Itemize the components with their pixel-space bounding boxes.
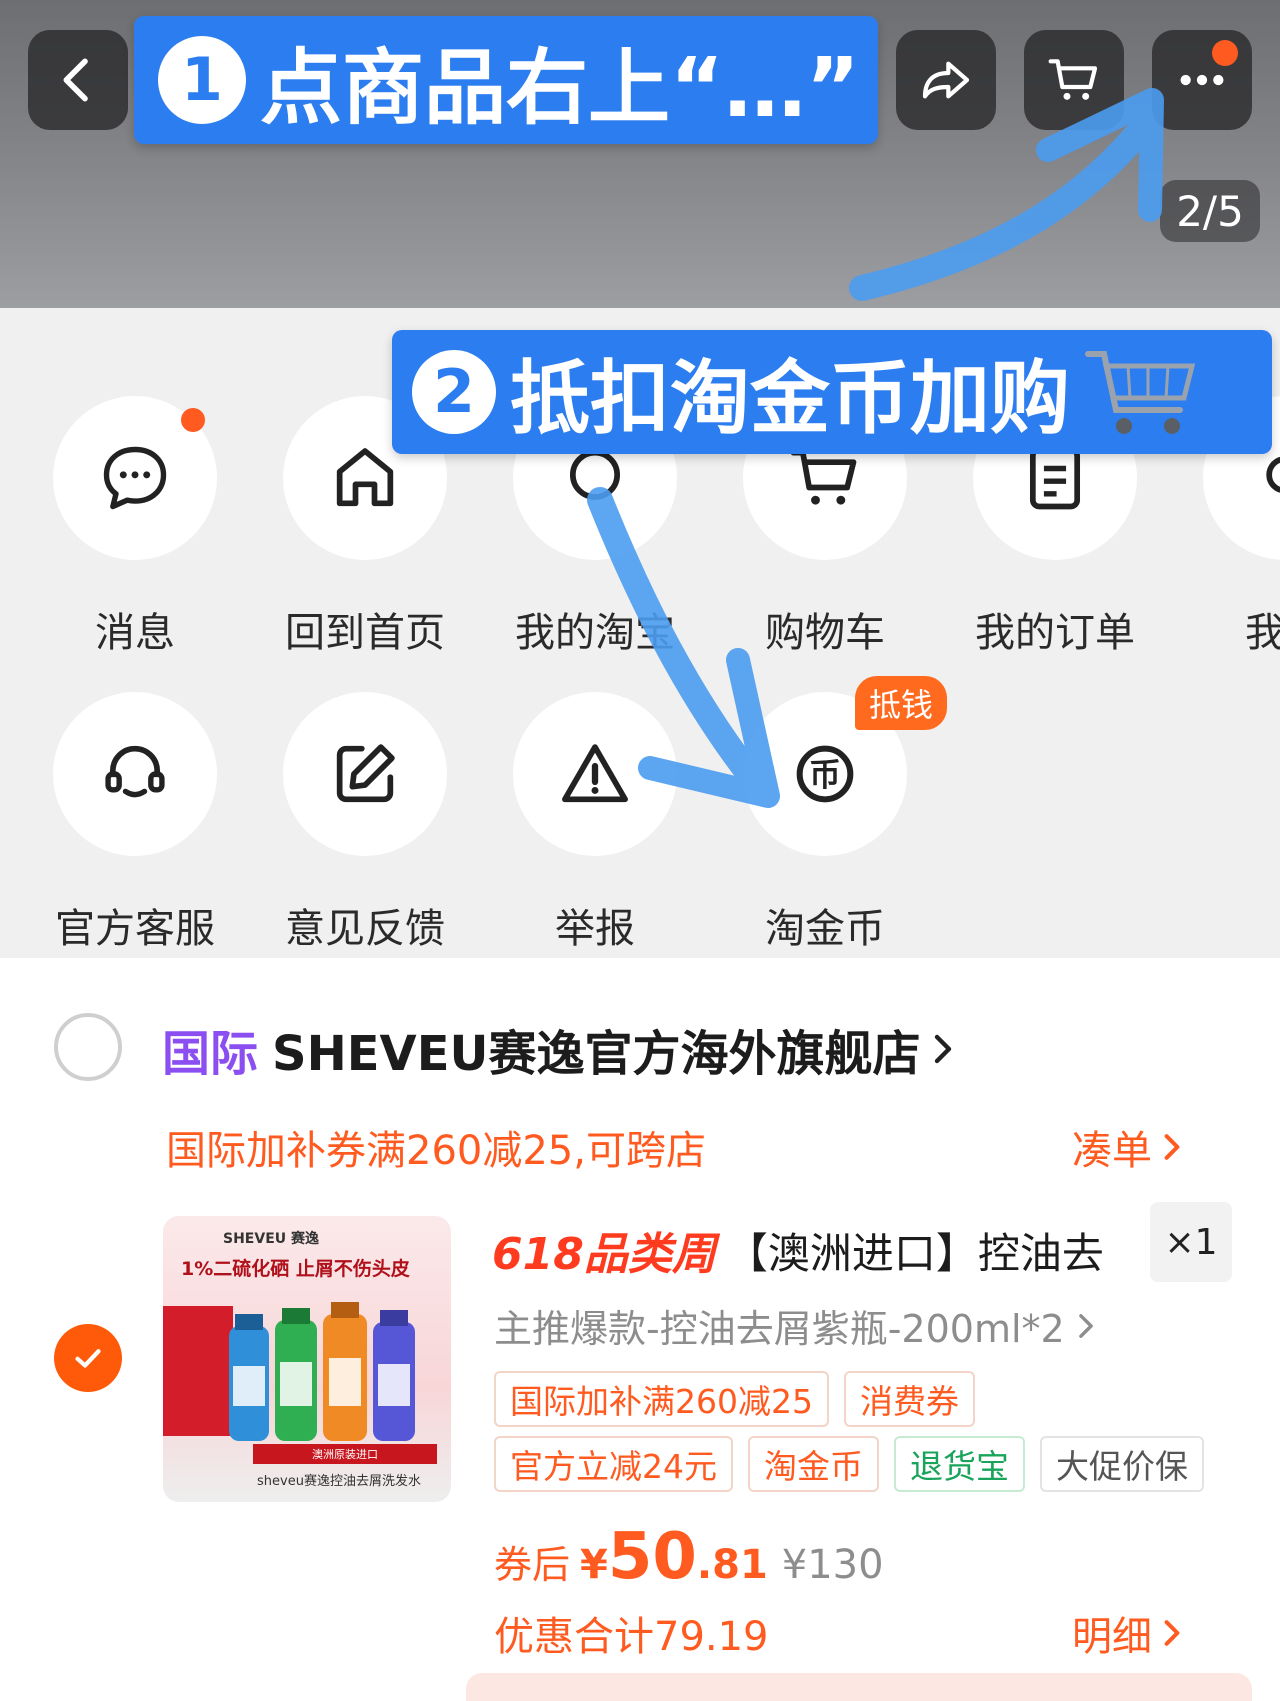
promo-label: 618品类周 [492,1229,716,1280]
chevron-right-icon [1078,1313,1093,1338]
product-image-banner: 澳洲原装进口 [253,1444,437,1464]
product-gallery-header: 2/5 1 点商品右上“…” [0,0,1280,308]
price-integer: 50 [607,1520,697,1594]
intl-tag: 国际 [162,1026,259,1082]
more-button[interactable] [1152,30,1252,130]
quantity-button[interactable]: ×1 [1150,1202,1232,1282]
product-image-brand: SHEVEU 赛逸 [223,1231,320,1247]
store-select-checkbox[interactable] [54,1013,122,1081]
menu-label: 意见反馈 [285,906,445,952]
coudan-label: 凑单 [1072,1128,1152,1174]
check-icon [75,1349,101,1368]
headset-icon [105,745,165,798]
cart-button[interactable] [1024,30,1124,130]
menu-item-customer-service[interactable]: 官方客服 [45,692,225,954]
menu-item-message[interactable]: 消息 [45,396,225,658]
variant-text: 主推爆款-控油去屑紫瓶-200ml*2 [494,1307,1065,1351]
product-title-text: 【澳洲进口】控油去 [725,1228,1104,1278]
share-icon [922,61,970,99]
instruction-text: 抵扣淘金币加购 [510,352,1070,445]
menu-label: 我的 [1245,610,1280,656]
chevron-right-icon [1164,1134,1180,1160]
store-coupon-text: 国际加补券满260减25,可跨店 [166,1128,706,1174]
product-select-checkbox[interactable] [54,1324,122,1392]
discount-total: 优惠合计79.19 [494,1614,769,1660]
promo-tag: 国际加补满260减25 [494,1371,829,1427]
shopping-cart-emoji-icon [1085,351,1196,434]
variant-selector[interactable]: 主推爆款-控油去屑紫瓶-200ml*2 [494,1298,1097,1353]
cart-store-card: 国际 SHEVEU赛逸官方海外旗舰店 国际加补券满260减25,可跨店 凑单 S… [0,958,1280,1701]
menu-label: 我的淘宝 [515,610,675,656]
menu-label: 回到首页 [285,610,445,656]
message-icon [103,446,167,510]
svg-text:币: 币 [809,757,841,793]
coudan-link[interactable]: 凑单 [1072,1118,1184,1176]
promo-tag: 消费券 [844,1371,975,1427]
instruction-text: 点商品右上“…” [260,40,860,136]
price-currency: ¥ [580,1542,608,1588]
chevron-right-icon [935,1034,952,1064]
chevron-left-icon [63,58,88,102]
notification-dot [181,408,205,432]
menu-label: 淘金币 [765,906,885,952]
menu-label: 购物车 [765,610,885,656]
product-title[interactable]: 618品类周 【澳洲进口】控油去 [492,1218,1104,1282]
bottom-promo-strip [466,1673,1252,1701]
warning-icon [562,744,628,803]
price-label: 券后 [494,1543,571,1587]
notification-dot [1212,40,1238,66]
promo-tag: 大促价保 [1040,1436,1204,1492]
menu-label: 消息 [95,610,175,656]
home-icon [336,448,394,507]
coin-icon: 币 [796,745,854,803]
menu-label: 官方客服 [55,906,215,952]
step-number: 2 [412,350,496,434]
edit-icon [336,744,395,803]
bottles-graphic [229,1302,415,1441]
promo-tag: 淘金币 [748,1436,879,1492]
instruction-callout-2: 2 抵扣淘金币加购 [392,330,1272,454]
menu-item-feedback[interactable]: 意见反馈 [275,692,455,954]
price-decimal: .81 [696,1542,768,1588]
instruction-callout-1: 1 点商品右上“…” [134,16,878,144]
menu-item-report[interactable]: 举报 [505,692,685,954]
image-page-counter: 2/5 [1160,180,1260,242]
discount-badge: 抵钱 [854,676,947,730]
detail-link[interactable]: 明细 [1072,1604,1184,1662]
product-image[interactable]: SHEVEU 赛逸 1%二硫化硒 止屑不伤头皮 澳洲原装进口 sheveu赛逸控… [163,1216,451,1502]
store-name: SHEVEU赛逸官方海外旗舰店 [272,1026,921,1082]
menu-label: 举报 [555,906,635,952]
product-image-caption: sheveu赛逸控油去屑洗发水 [257,1474,421,1489]
cart-icon [1048,59,1098,100]
original-price: ¥130 [781,1542,884,1588]
product-image-headline: 1%二硫化硒 止屑不伤头皮 [181,1258,410,1280]
share-button[interactable] [896,30,996,130]
detail-label: 明细 [1072,1614,1152,1660]
promo-tag: 退货宝 [894,1436,1025,1492]
promo-tag: 官方立减24元 [494,1436,733,1492]
back-button[interactable] [28,30,128,130]
store-header[interactable]: 国际 SHEVEU赛逸官方海外旗舰店 [162,1014,956,1084]
menu-item-taojinbi[interactable]: 币 抵钱 淘金币 [735,676,947,954]
menu-label: 我的订单 [975,610,1135,656]
step-number: 1 [158,36,246,124]
chevron-right-icon [1164,1620,1180,1646]
price-row: 券后 ¥ 50 .81 ¥130 [494,1520,884,1594]
